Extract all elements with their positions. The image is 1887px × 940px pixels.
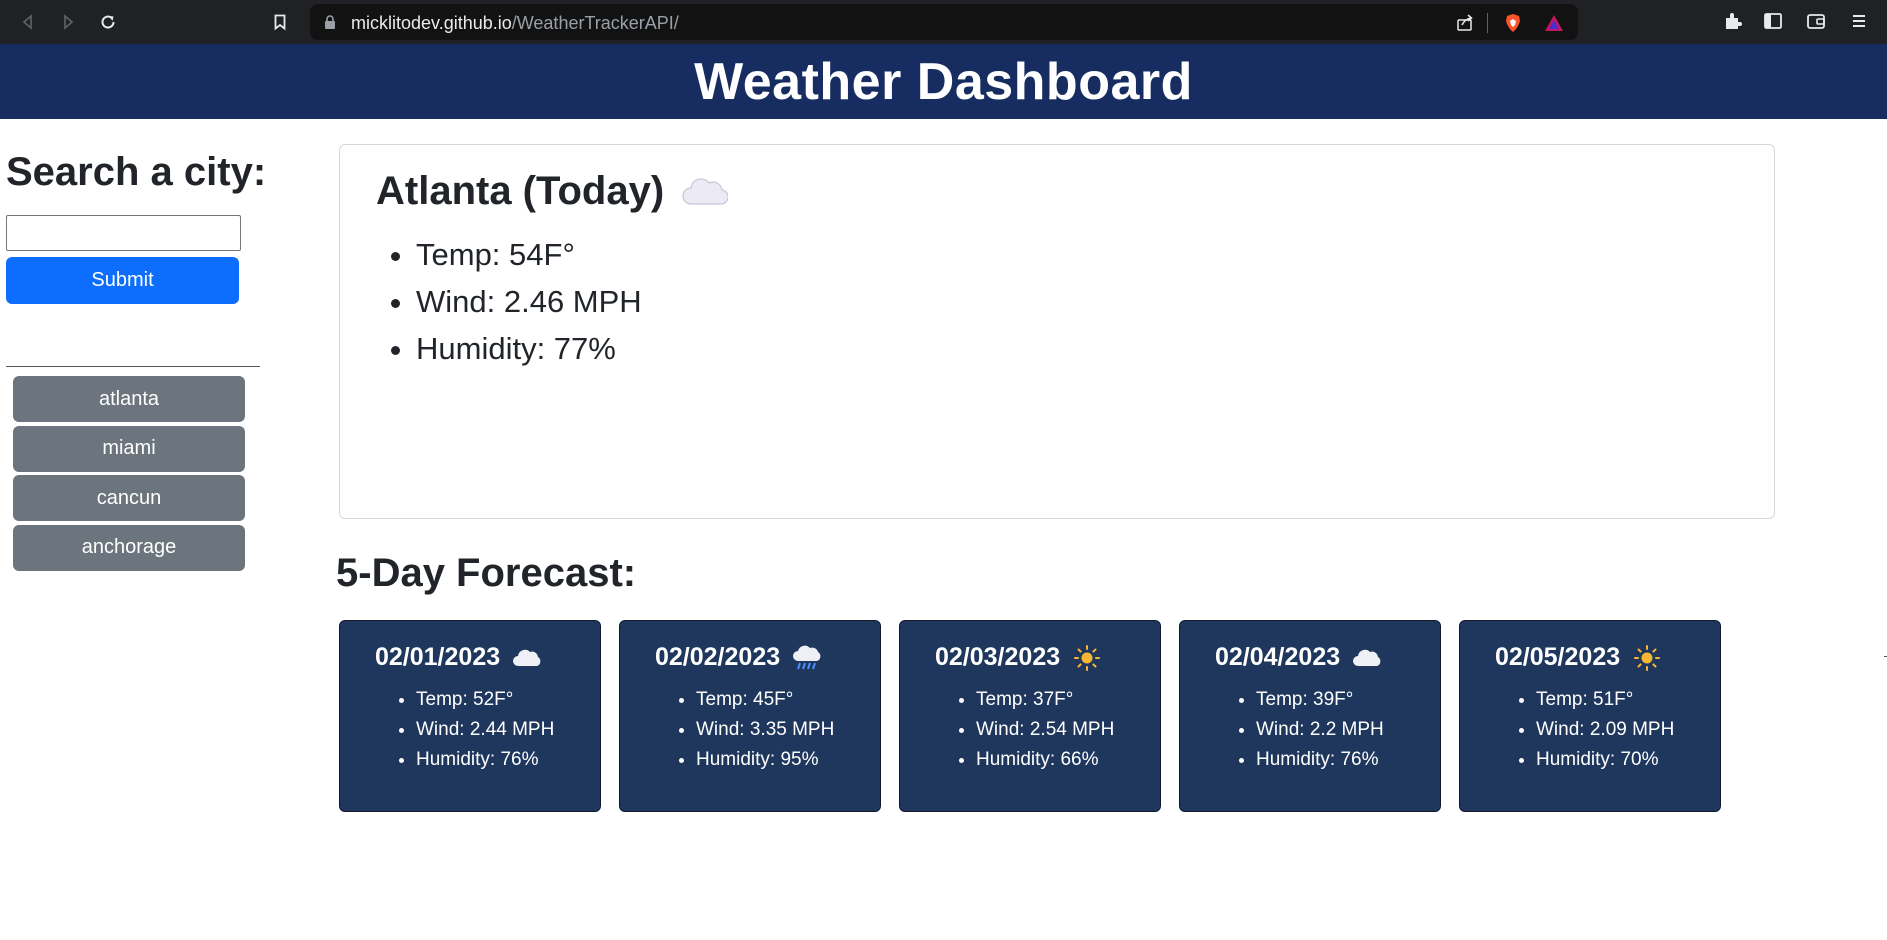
search-history: atlanta miami cancun anchorage [13,376,251,574]
forecast-wind: Wind: 3.35 MPH [696,715,834,745]
page-title: Weather Dashboard [694,52,1193,111]
sun-icon [1074,644,1101,671]
cloud-icon [513,649,541,666]
forecast-humidity: Humidity: 70% [1536,745,1674,775]
current-city-title: Atlanta (Today) [376,169,665,213]
forecast-card-header: 02/01/2023 [375,643,542,672]
current-wind: Wind: 2.46 MPH [416,278,642,325]
forecast-card: 02/04/2023 Temp: 39F° Wind: 2.2 MPH Humi… [1179,620,1441,812]
forecast-wind: Wind: 2.09 MPH [1536,715,1674,745]
forecast-temp: Temp: 52F° [416,685,554,715]
current-weather-header: Atlanta (Today) [376,169,729,214]
history-button-atlanta[interactable]: atlanta [13,376,245,422]
bookmark-icon [274,14,286,31]
sidebar-divider [6,366,260,367]
forecast-details: Temp: 51F° Wind: 2.09 MPH Humidity: 70% [1536,685,1674,775]
brave-rewards-icon[interactable] [1544,13,1564,33]
forecast-date: 02/05/2023 [1495,643,1621,671]
browser-toolbar: micklitodev.github.io/WeatherTrackerAPI/ [0,0,1887,44]
rain-cloud-icon [793,645,821,669]
submit-button[interactable]: Submit [6,257,239,304]
forecast-wind: Wind: 2.44 MPH [416,715,554,745]
address-bar-divider [1487,13,1488,33]
forecast-temp: Temp: 39F° [1256,685,1384,715]
forecast-card-header: 02/02/2023 [655,643,822,672]
sun-icon [1634,644,1661,671]
city-search-input[interactable] [6,215,241,251]
current-humidity: Humidity: 77% [416,325,642,372]
forecast-date: 02/03/2023 [935,643,1061,671]
forecast-humidity: Humidity: 95% [696,745,834,775]
current-weather-card: Atlanta (Today) Temp: 54F° Wind: 2.46 MP… [339,144,1775,519]
forecast-card-header: 02/04/2023 [1215,643,1382,672]
forecast-wind: Wind: 2.54 MPH [976,715,1114,745]
cloud-icon [1353,649,1381,666]
forecast-humidity: Humidity: 76% [1256,745,1384,775]
brave-shields-icon[interactable] [1503,13,1523,33]
forecast-card: 02/01/2023 Temp: 52F° Wind: 2.44 MPH Hum… [339,620,601,812]
url-path: /WeatherTrackerAPI/ [511,13,679,33]
history-button-cancun[interactable]: cancun [13,475,245,521]
search-sidebar: Search a city: Submit atlanta miami canc… [6,150,267,571]
search-heading: Search a city: [6,150,267,194]
forecast-temp: Temp: 45F° [696,685,834,715]
forecast-details: Temp: 52F° Wind: 2.44 MPH Humidity: 76% [416,685,554,775]
forecast-card-header: 02/03/2023 [935,643,1102,672]
forecast-details: Temp: 45F° Wind: 3.35 MPH Humidity: 95% [696,685,834,775]
forward-icon [64,14,74,30]
reload-button[interactable] [94,8,122,36]
bookmark-button[interactable] [266,8,294,36]
lock-icon [325,15,335,29]
forecast-heading: 5-Day Forecast: [336,551,637,595]
forward-button[interactable] [54,8,82,36]
current-weather-details: Temp: 54F° Wind: 2.46 MPH Humidity: 77% [416,231,642,372]
forecast-date: 02/01/2023 [375,643,501,671]
forecast-humidity: Humidity: 76% [416,745,554,775]
url-host: micklitodev.github.io [351,13,512,33]
forecast-date: 02/02/2023 [655,643,781,671]
forecast-card: 02/03/2023 Temp: 37F° Wind: 2.54 MPH Hum… [899,620,1161,812]
forecast-details: Temp: 37F° Wind: 2.54 MPH Humidity: 66% [976,685,1114,775]
back-button[interactable] [14,8,42,36]
history-button-miami[interactable]: miami [13,425,245,472]
page-header: Weather Dashboard [0,44,1887,119]
forecast-details: Temp: 39F° Wind: 2.2 MPH Humidity: 76% [1256,685,1384,775]
extensions-icon[interactable] [1722,10,1744,32]
current-temp: Temp: 54F° [416,231,642,278]
forecast-card: 02/05/2023 Temp: 51F° Wind: 2.09 MPH Hum… [1459,620,1721,812]
wallet-icon[interactable] [1805,10,1827,32]
reload-icon [101,15,115,29]
address-bar[interactable]: micklitodev.github.io/WeatherTrackerAPI/ [310,4,1578,40]
url-text: micklitodev.github.io/WeatherTrackerAPI/ [351,13,679,34]
forecast-wind: Wind: 2.2 MPH [1256,715,1384,745]
sidebar-icon[interactable] [1762,10,1784,32]
forecast-temp: Temp: 37F° [976,685,1114,715]
forecast-temp: Temp: 51F° [1536,685,1674,715]
forecast-humidity: Humidity: 66% [976,745,1114,775]
share-icon[interactable] [1455,13,1475,33]
menu-icon[interactable] [1848,10,1870,32]
forecast-date: 02/04/2023 [1215,643,1341,671]
forecast-card-header: 02/05/2023 [1495,643,1662,672]
history-button-anchorage[interactable]: anchorage [13,524,245,571]
forecast-card: 02/02/2023 Temp: 45F° Wind: 3.35 MPH Hum… [619,620,881,812]
back-icon [22,14,32,30]
cloud-icon [682,177,729,205]
